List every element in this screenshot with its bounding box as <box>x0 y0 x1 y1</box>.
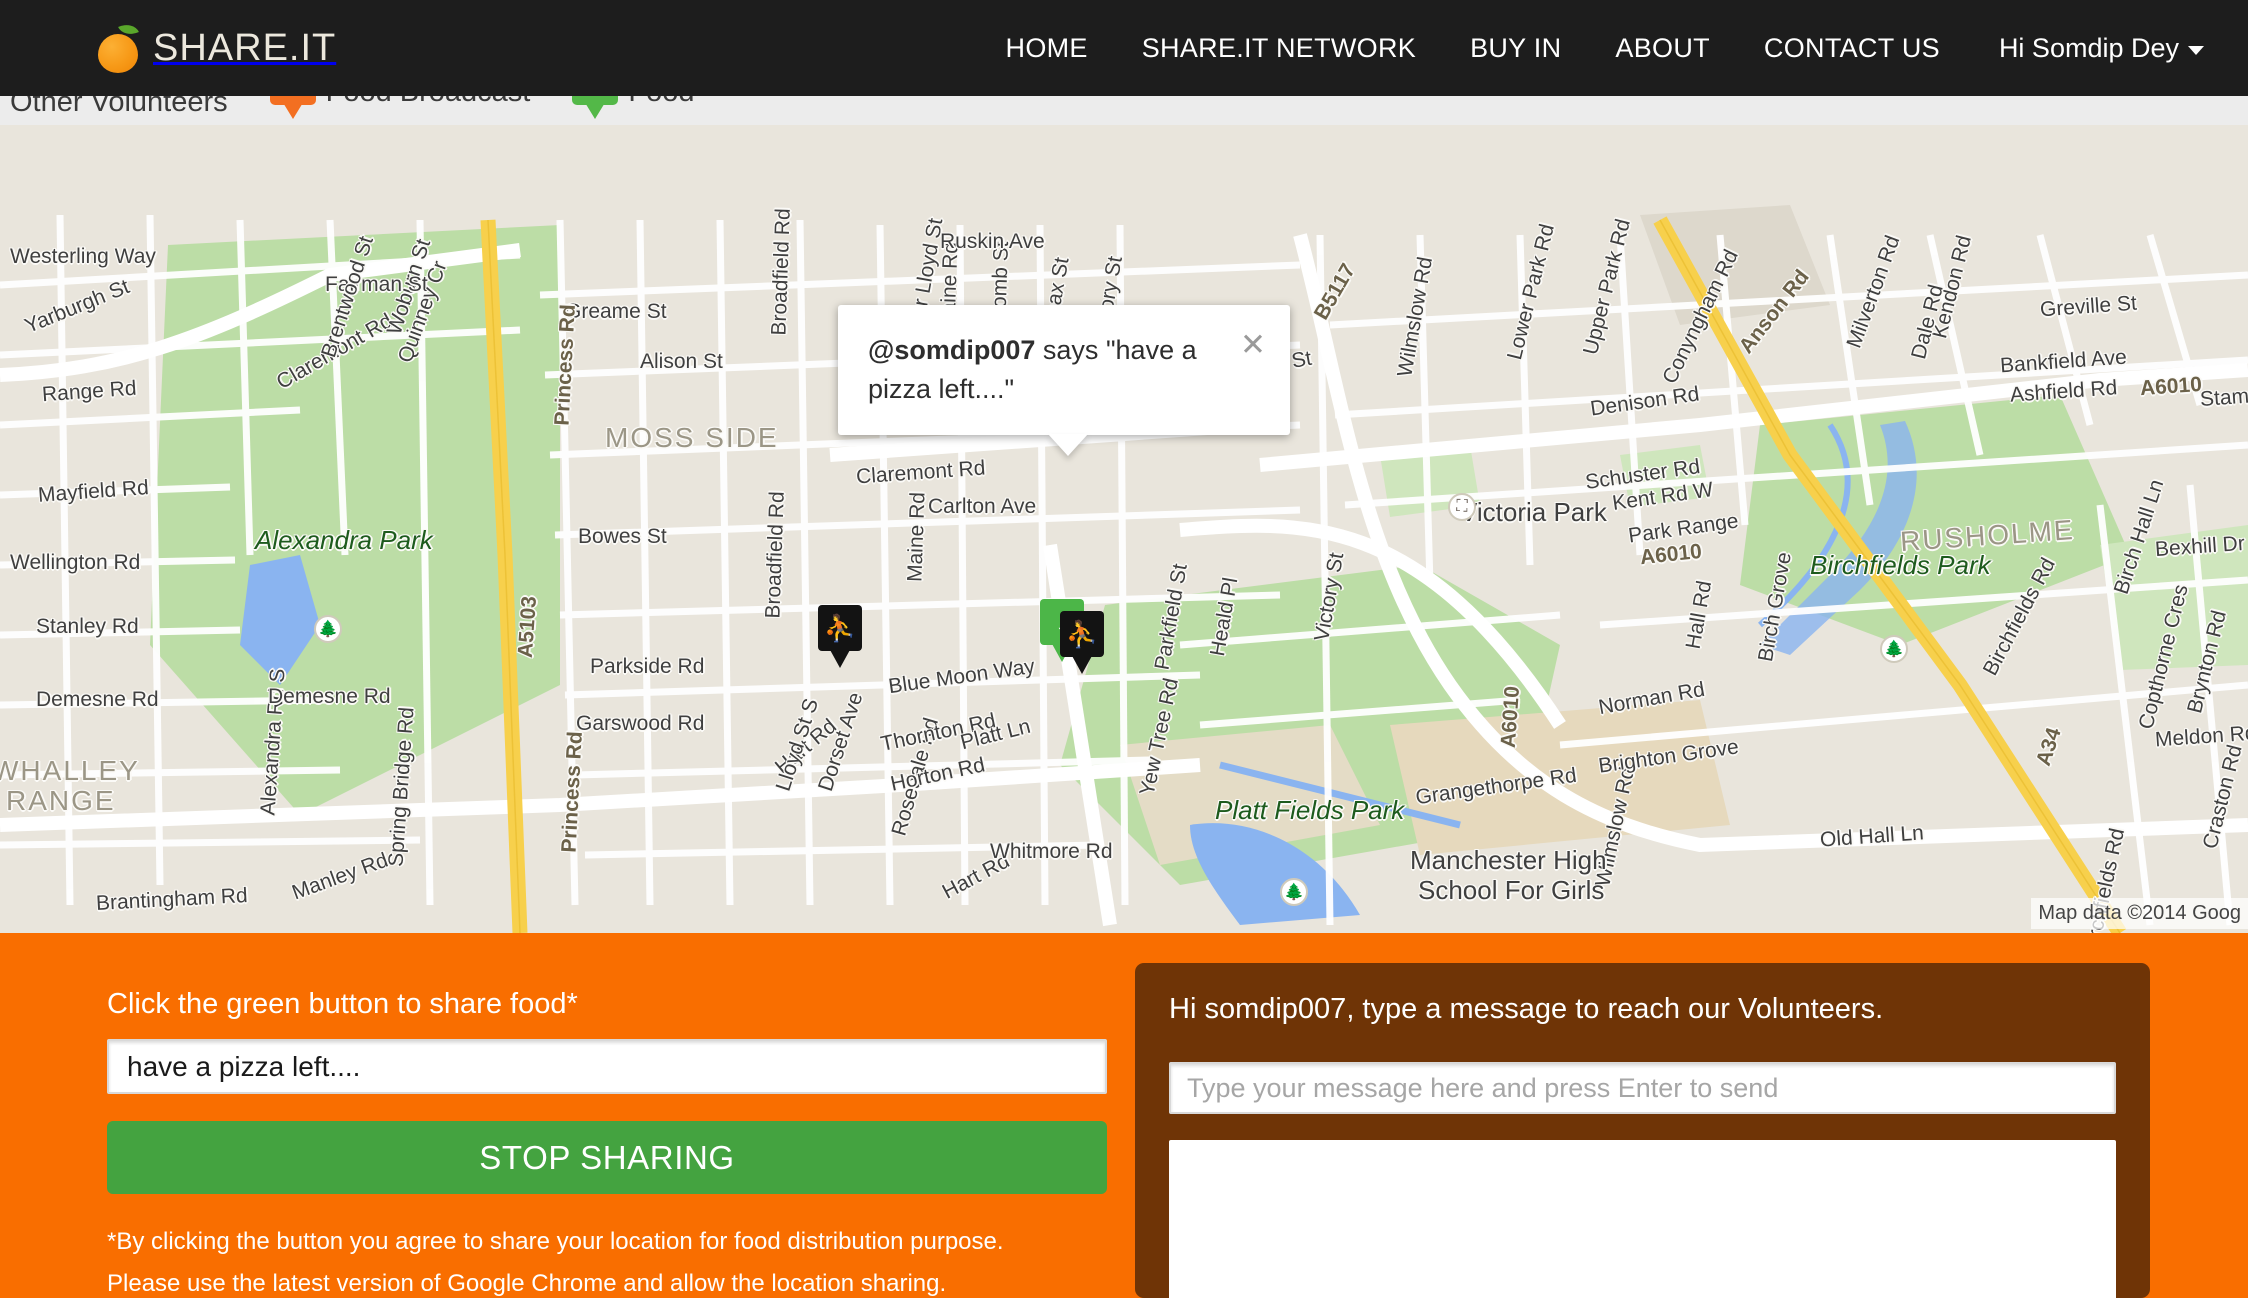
map-marker-volunteer[interactable]: ⛹ <box>818 605 862 651</box>
disclaimer-line-1: *By clicking the button you agree to sha… <box>107 1221 1135 1263</box>
map-info-window: @somdip007 says "have a pizza left...." … <box>838 305 1290 435</box>
share-food-panel: Click the green button to share food* ST… <box>0 963 1135 1298</box>
orange-fruit-icon <box>96 23 140 73</box>
app-root: Other Volunteers ▬ Food Broadcast ✓ Food… <box>0 0 2248 1298</box>
user-menu[interactable]: Hi Somdip Dey <box>1967 33 2226 64</box>
map-marker-volunteer[interactable]: ⛹ <box>1060 611 1104 657</box>
close-icon[interactable]: ✕ <box>1240 329 1266 360</box>
info-window-says: says <box>1043 335 1099 365</box>
nav-item-shareit-network[interactable]: SHARE.IT NETWORK <box>1115 33 1443 64</box>
info-window-username: @somdip007 <box>868 335 1035 365</box>
volunteer-person-icon: ⛹ <box>818 605 862 651</box>
user-greeting: Hi Somdip Dey <box>1999 33 2179 64</box>
nav-item-home[interactable]: HOME <box>979 33 1115 64</box>
volunteer-chat-panel: Hi somdip007, type a message to reach ou… <box>1135 963 2248 1298</box>
stop-sharing-button[interactable]: STOP SHARING <box>107 1121 1107 1194</box>
bottom-panel: Click the green button to share food* ST… <box>0 933 2248 1298</box>
brand-logo[interactable]: SHARE.IT <box>96 23 336 73</box>
disclaimer-line-2: Please use the latest version of Google … <box>107 1263 1135 1298</box>
park-poi-icon: 🌲 <box>1280 878 1308 906</box>
victoria-park-poi-icon: ⛶ <box>1448 493 1476 521</box>
chevron-down-icon <box>2188 46 2204 55</box>
brand-name: SHARE.IT <box>153 27 336 70</box>
info-window-message: @somdip007 says "have a pizza left...." <box>868 331 1260 409</box>
chat-message-log[interactable] <box>1169 1140 2116 1298</box>
park-poi-icon: 🌲 <box>1880 635 1908 663</box>
map-tiles <box>0 125 2248 933</box>
park-poi-icon: 🌲 <box>314 615 342 643</box>
nav-item-buy-in[interactable]: BUY IN <box>1443 33 1588 64</box>
chat-card: Hi somdip007, type a message to reach ou… <box>1135 963 2150 1298</box>
info-window-tail <box>1048 434 1088 456</box>
chat-title: Hi somdip007, type a message to reach ou… <box>1169 993 2116 1026</box>
nav-item-contact-us[interactable]: CONTACT US <box>1737 33 1967 64</box>
share-message-input[interactable] <box>107 1039 1107 1094</box>
share-instruction-label: Click the green button to share food* <box>107 988 1135 1021</box>
map-attribution: Map data ©2014 Goog <box>2031 898 2248 929</box>
volunteer-person-icon: ⛹ <box>1060 611 1104 657</box>
top-navbar: SHARE.IT HOME SHARE.IT NETWORK BUY IN AB… <box>0 0 2248 96</box>
share-disclaimer: *By clicking the button you agree to sha… <box>107 1221 1135 1298</box>
nav-links: HOME SHARE.IT NETWORK BUY IN ABOUT CONTA… <box>979 33 2226 64</box>
nav-item-about[interactable]: ABOUT <box>1588 33 1737 64</box>
map-container[interactable]: Westerling WayYarburgh StRange RdMayfiel… <box>0 125 2248 933</box>
chat-message-input[interactable] <box>1169 1062 2116 1114</box>
